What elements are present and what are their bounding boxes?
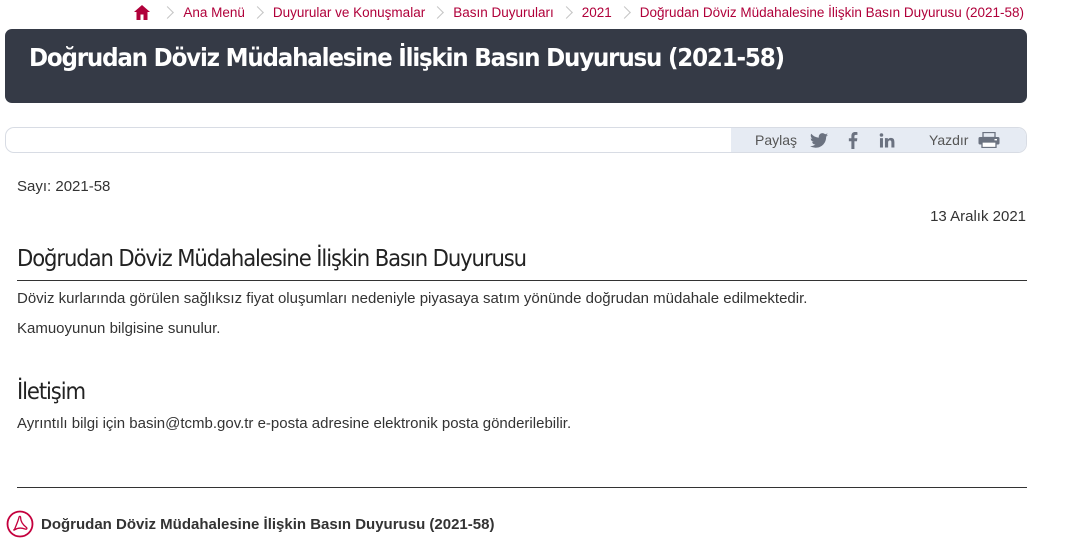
printer-icon[interactable] [976, 130, 1002, 150]
content-divider [17, 487, 1027, 488]
breadcrumb-separator [251, 5, 264, 19]
breadcrumb-separator [161, 5, 175, 19]
facebook-icon[interactable] [841, 130, 865, 150]
announcement-heading-block: Doğrudan Döviz Müdahalesine İlişkin Bası… [17, 244, 1027, 281]
breadcrumb-separator [617, 5, 631, 19]
attachment-label[interactable]: Doğrudan Döviz Müdahalesine İlişkin Bası… [41, 516, 494, 533]
breadcrumb-item-home[interactable]: Ana Menü [183, 5, 245, 20]
share-label[interactable]: Paylaş [755, 132, 797, 148]
tools-bar: Paylaş Yazdır [5, 127, 1027, 153]
breadcrumb-item-press-releases[interactable]: Basın Duyuruları [453, 5, 554, 20]
home-icon[interactable] [133, 3, 151, 21]
announcement-date: 13 Aralık 2021 [930, 208, 1026, 225]
announcement-heading: Doğrudan Döviz Müdahalesine İlişkin Bası… [17, 246, 527, 272]
announcement-number: Sayı: 2021-58 [17, 178, 111, 195]
print-label[interactable]: Yazdır [929, 132, 968, 148]
pdf-attachment-link[interactable]: Doğrudan Döviz Müdahalesine İlişkin Bası… [5, 509, 494, 539]
breadcrumb-current: Doğrudan Döviz Müdahalesine İlişkin Bası… [639, 4, 1024, 20]
breadcrumb: Ana Menü Duyurular ve Konuşmalar Basın D… [133, 2, 1024, 22]
contact-heading: İletişim [17, 379, 86, 405]
page-title: Doğrudan Döviz Müdahalesine İlişkin Bası… [29, 43, 785, 72]
share-print-panel: Paylaş Yazdır [731, 128, 1026, 152]
breadcrumb-separator [431, 5, 445, 19]
twitter-icon[interactable] [807, 130, 831, 150]
title-banner: Doğrudan Döviz Müdahalesine İlişkin Bası… [5, 29, 1027, 103]
announcement-paragraph: Kamuoyunun bilgisine sunulur. [17, 320, 221, 337]
contact-text: Ayrıntılı bilgi için basin@tcmb.gov.tr e… [17, 415, 572, 432]
pdf-icon [5, 509, 35, 539]
breadcrumb-item-year[interactable]: 2021 [582, 5, 612, 20]
linkedin-icon[interactable] [875, 130, 899, 150]
announcement-paragraph: Döviz kurlarında görülen sağlıksız fiyat… [17, 290, 808, 307]
breadcrumb-separator [559, 5, 573, 19]
breadcrumb-item-announcements[interactable]: Duyurular ve Konuşmalar [273, 5, 425, 20]
